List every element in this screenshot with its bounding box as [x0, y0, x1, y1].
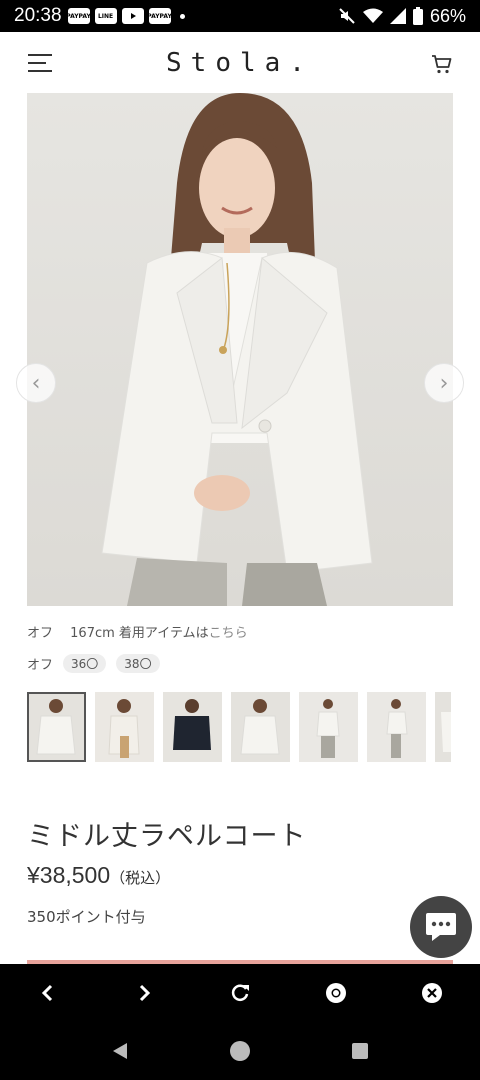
thumbnail[interactable] [163, 692, 222, 762]
product-title: ミドル丈ラペルコート [27, 821, 307, 852]
thumbnail-strip [27, 692, 451, 762]
product-price: ¥38,500（税込） [27, 862, 170, 889]
system-nav-bar [0, 1022, 480, 1080]
browser-toolbar [0, 964, 480, 1022]
battery-icon [412, 7, 423, 25]
reward-points: 350ポイント付与 [27, 908, 146, 926]
size-pill-38[interactable]: 38〇 [116, 654, 160, 673]
status-bar: 20:38 PAYPAY LINE PAYPAY 66% [0, 0, 480, 32]
site-header: Stola. [0, 32, 480, 94]
gallery-next-button[interactable]: › [424, 363, 464, 403]
gallery-prev-button[interactable]: ‹ [16, 363, 56, 403]
nav-recents-icon[interactable] [340, 1031, 380, 1071]
thumbnail[interactable] [27, 692, 86, 762]
status-time: 20:38 [14, 5, 62, 26]
size-color: オフ [27, 658, 54, 673]
chrome-icon[interactable] [316, 973, 356, 1013]
battery-percent: 66% [429, 5, 466, 26]
nav-home-icon[interactable] [220, 1031, 260, 1071]
paypay-icon-2: PAYPAY [147, 8, 172, 24]
back-icon[interactable] [28, 973, 68, 1013]
model-height: 167cm [70, 626, 115, 641]
youtube-icon [121, 8, 144, 24]
chat-bubble-icon [426, 913, 456, 941]
chat-button[interactable] [410, 896, 472, 958]
thumbnail[interactable] [299, 692, 358, 762]
line-icon: LINE [94, 8, 117, 24]
product-main-image[interactable] [27, 93, 453, 606]
thumbnail[interactable] [367, 692, 426, 762]
model-photo [101, 93, 373, 606]
site-logo[interactable]: Stola. [0, 48, 480, 78]
model-color: オフ [27, 626, 54, 641]
size-availability: オフ 36〇 38〇 [27, 654, 160, 673]
thumbnail[interactable] [95, 692, 154, 762]
mute-icon [339, 8, 355, 24]
more-notifications-dot [179, 13, 185, 19]
thumbnail[interactable] [231, 692, 290, 762]
reload-icon[interactable] [220, 973, 260, 1013]
price-value: ¥38,500 [27, 862, 111, 888]
close-tab-icon[interactable] [412, 973, 452, 1013]
worn-items-link[interactable]: こちら [209, 626, 248, 641]
status-right: 66% [338, 6, 466, 27]
cart-icon[interactable] [430, 52, 454, 76]
size-pill-36[interactable]: 36〇 [63, 654, 107, 673]
signal-icon [389, 8, 406, 24]
wifi-icon [362, 8, 383, 23]
price-tax-label: （税込） [110, 869, 171, 887]
model-info: オフ 167cm 着用アイテムはこちら [27, 622, 248, 641]
thumbnail[interactable] [435, 692, 451, 762]
nav-back-icon[interactable] [100, 1031, 140, 1071]
notification-icons: PAYPAY LINE PAYPAY [66, 8, 185, 24]
product-page: Stola. ‹ › オフ 167cm 着用アイテムはこちら オフ 36〇 38… [0, 32, 480, 964]
model-text: 着用アイテムは [118, 626, 209, 641]
forward-icon[interactable] [124, 973, 164, 1013]
paypay-icon: PAYPAY [66, 8, 91, 24]
